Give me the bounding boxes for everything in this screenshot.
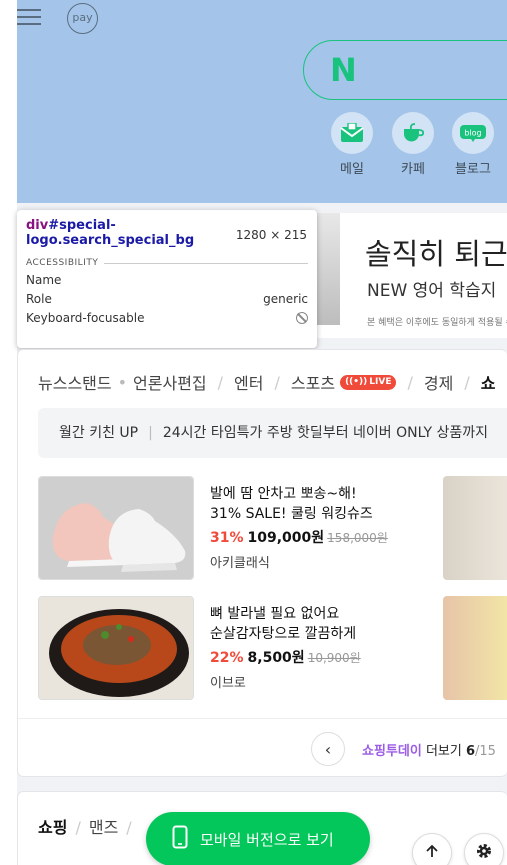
- tab-separator: /: [274, 372, 280, 392]
- name-row: Name: [26, 273, 308, 287]
- news-card: 뉴스스탠드 • 언론사편집 / 엔터 / 스포츠 ((•)) LIVE / 경제 …: [17, 349, 507, 777]
- element-selector: div#special-logo.search_special_bg: [26, 218, 238, 248]
- name-label: Name: [26, 273, 62, 287]
- live-icon: ((•)): [345, 377, 368, 387]
- product-line2: 31% SALE! 쿨링 워킹슈즈: [210, 506, 373, 522]
- tab-separator: /: [464, 372, 470, 392]
- mail-icon: [331, 112, 373, 154]
- live-label: LIVE: [369, 377, 392, 387]
- tab-mens[interactable]: 맨즈: [89, 818, 118, 837]
- search-box[interactable]: N: [303, 40, 507, 100]
- product-item[interactable]: 발에 땀 안차고 뽀송~해! 31% SALE! 쿨링 워킹슈즈 31% 109,0…: [38, 476, 458, 580]
- page-number: 6: [465, 743, 476, 759]
- product-title: 뼈 발라낼 필요 없어요순살감자탕으로 깔끔하게: [210, 604, 356, 644]
- discount-pct: 22%: [210, 650, 244, 666]
- settings-icon: [475, 842, 493, 864]
- element-dimensions: 1280 × 215: [235, 228, 307, 242]
- shortcut-blog[interactable]: blog 블로그: [449, 112, 497, 177]
- shortcut-label: 블로그: [455, 162, 491, 177]
- promo-separator: |: [148, 425, 153, 441]
- focusable-row: Keyboard-focusable: [26, 311, 308, 325]
- pager: ‹ 쇼핑투데이 더보기 6/15: [311, 731, 507, 767]
- pay-button[interactable]: pay: [67, 3, 98, 34]
- not-allowed-icon: [296, 312, 308, 324]
- settings-button[interactable]: [464, 833, 504, 865]
- mobile-phone-icon: [172, 825, 188, 853]
- shortcut-label: 카페: [401, 162, 425, 177]
- original-price: 158,000원: [327, 531, 388, 545]
- role-value: generic: [263, 292, 308, 306]
- product-line1: 뼈 발라낼 필요 없어요: [210, 606, 340, 622]
- news-tabs: 뉴스스탠드 • 언론사편집 / 엔터 / 스포츠 ((•)) LIVE / 경제 …: [38, 370, 495, 394]
- product-line2: 순살감자탕으로 깔끔하게: [210, 626, 357, 642]
- divider: [18, 718, 507, 719]
- prev-page-button[interactable]: ‹: [311, 732, 345, 766]
- product-image-shoes: [38, 476, 194, 580]
- role-label: Role: [26, 292, 52, 306]
- chevron-left-icon: ‹: [324, 739, 332, 759]
- accessibility-header: ACCESSIBILITY: [26, 258, 308, 268]
- more-link[interactable]: 쇼핑투데이 더보기 6/15: [362, 740, 496, 759]
- promo-tag: 월간 키친 UP: [59, 425, 139, 441]
- selector-id-class: #special-logo.search_special_bg: [26, 218, 195, 248]
- product-price: 22% 8,500원 10,900원: [210, 647, 361, 667]
- live-badge: ((•)) LIVE: [340, 374, 397, 390]
- tab-separator: /: [75, 818, 81, 837]
- mobile-version-button[interactable]: 모바일 버전으로 보기: [146, 812, 370, 865]
- product-image-fashion[interactable]: [443, 596, 507, 700]
- ad-note: 본 혜택은 이후에도 동일하게 적용될 수: [367, 318, 507, 328]
- promo-text: 24시간 타임특가 주방 핫딜부터 네이버 ONLY 상품까지: [162, 425, 489, 441]
- devtools-inspect-tooltip: div#special-logo.search_special_bg 1280 …: [17, 210, 317, 348]
- tab-shopping[interactable]: 쇼: [481, 370, 496, 394]
- page-total: /15: [475, 743, 496, 759]
- product-image-stew: [38, 596, 194, 700]
- more-label: 더보기: [425, 743, 462, 759]
- header: pay N 메일 카페 blog 블로그: [17, 0, 507, 203]
- arrow-up-icon: [424, 843, 440, 863]
- ad-title: 솔직히 퇴근: [365, 237, 507, 271]
- cafe-icon: [392, 112, 434, 154]
- tab-press-edit[interactable]: 언론사편집: [133, 370, 207, 394]
- tab-separator: /: [407, 372, 413, 392]
- focusable-label: Keyboard-focusable: [26, 311, 145, 325]
- shopping-tabs: 쇼핑 / 맨즈 /: [38, 814, 140, 838]
- menu-icon[interactable]: [17, 4, 41, 28]
- sale-price: 109,000원: [247, 530, 325, 546]
- shortcut-cafe[interactable]: 카페: [389, 112, 437, 177]
- scroll-top-button[interactable]: [412, 833, 452, 865]
- tab-separator: /: [217, 372, 224, 392]
- page-left-strip: [0, 0, 17, 865]
- svg-text:blog: blog: [464, 129, 481, 138]
- selector-tag: div: [26, 218, 49, 233]
- naver-logo: N: [330, 51, 357, 89]
- brand-label: 쇼핑투데이: [362, 743, 422, 759]
- shortcut-label: 메일: [340, 162, 364, 177]
- ad-subtitle: NEW 영어 학습지: [367, 281, 497, 301]
- original-price: 10,900원: [307, 651, 361, 665]
- sale-price: 8,500원: [247, 650, 305, 666]
- tab-sports[interactable]: 스포츠: [291, 370, 335, 394]
- product-title: 발에 땀 안차고 뽀송~해! 31% SALE! 쿨링 워킹슈즈: [210, 484, 373, 524]
- promo-bar[interactable]: 월간 키친 UP | 24시간 타임특가 주방 핫딜부터 네이버 ONLY 상품까지: [38, 408, 507, 458]
- blog-icon: blog: [452, 112, 494, 154]
- tab-entertainment[interactable]: 엔터: [234, 370, 263, 394]
- product-image-clothes[interactable]: [443, 476, 507, 580]
- store-name: 아키클래식: [210, 556, 270, 571]
- product-line1: 발에 땀 안차고 뽀송~해!: [210, 486, 357, 502]
- shortcut-mail[interactable]: 메일: [328, 112, 376, 177]
- tab-shopping-main[interactable]: 쇼핑: [38, 818, 67, 837]
- store-name: 이브로: [210, 676, 246, 691]
- mobile-version-label: 모바일 버전으로 보기: [200, 830, 334, 849]
- role-row: Role generic: [26, 292, 308, 306]
- tab-dot: •: [117, 372, 128, 392]
- divider: [104, 262, 308, 264]
- discount-pct: 31%: [210, 530, 244, 546]
- product-price: 31% 109,000원 158,000원: [210, 527, 388, 547]
- product-item[interactable]: 뼈 발라낼 필요 없어요순살감자탕으로 깔끔하게 22% 8,500원 10,900…: [38, 596, 458, 700]
- tab-newsstand[interactable]: 뉴스스탠드: [38, 370, 112, 394]
- tab-economy[interactable]: 경제: [424, 370, 453, 394]
- accessibility-label: ACCESSIBILITY: [26, 258, 99, 268]
- tab-separator: /: [126, 818, 132, 837]
- ad-banner[interactable]: 솔직히 퇴근 NEW 영어 학습지 본 혜택은 이후에도 동일하게 적용될 수: [292, 213, 507, 338]
